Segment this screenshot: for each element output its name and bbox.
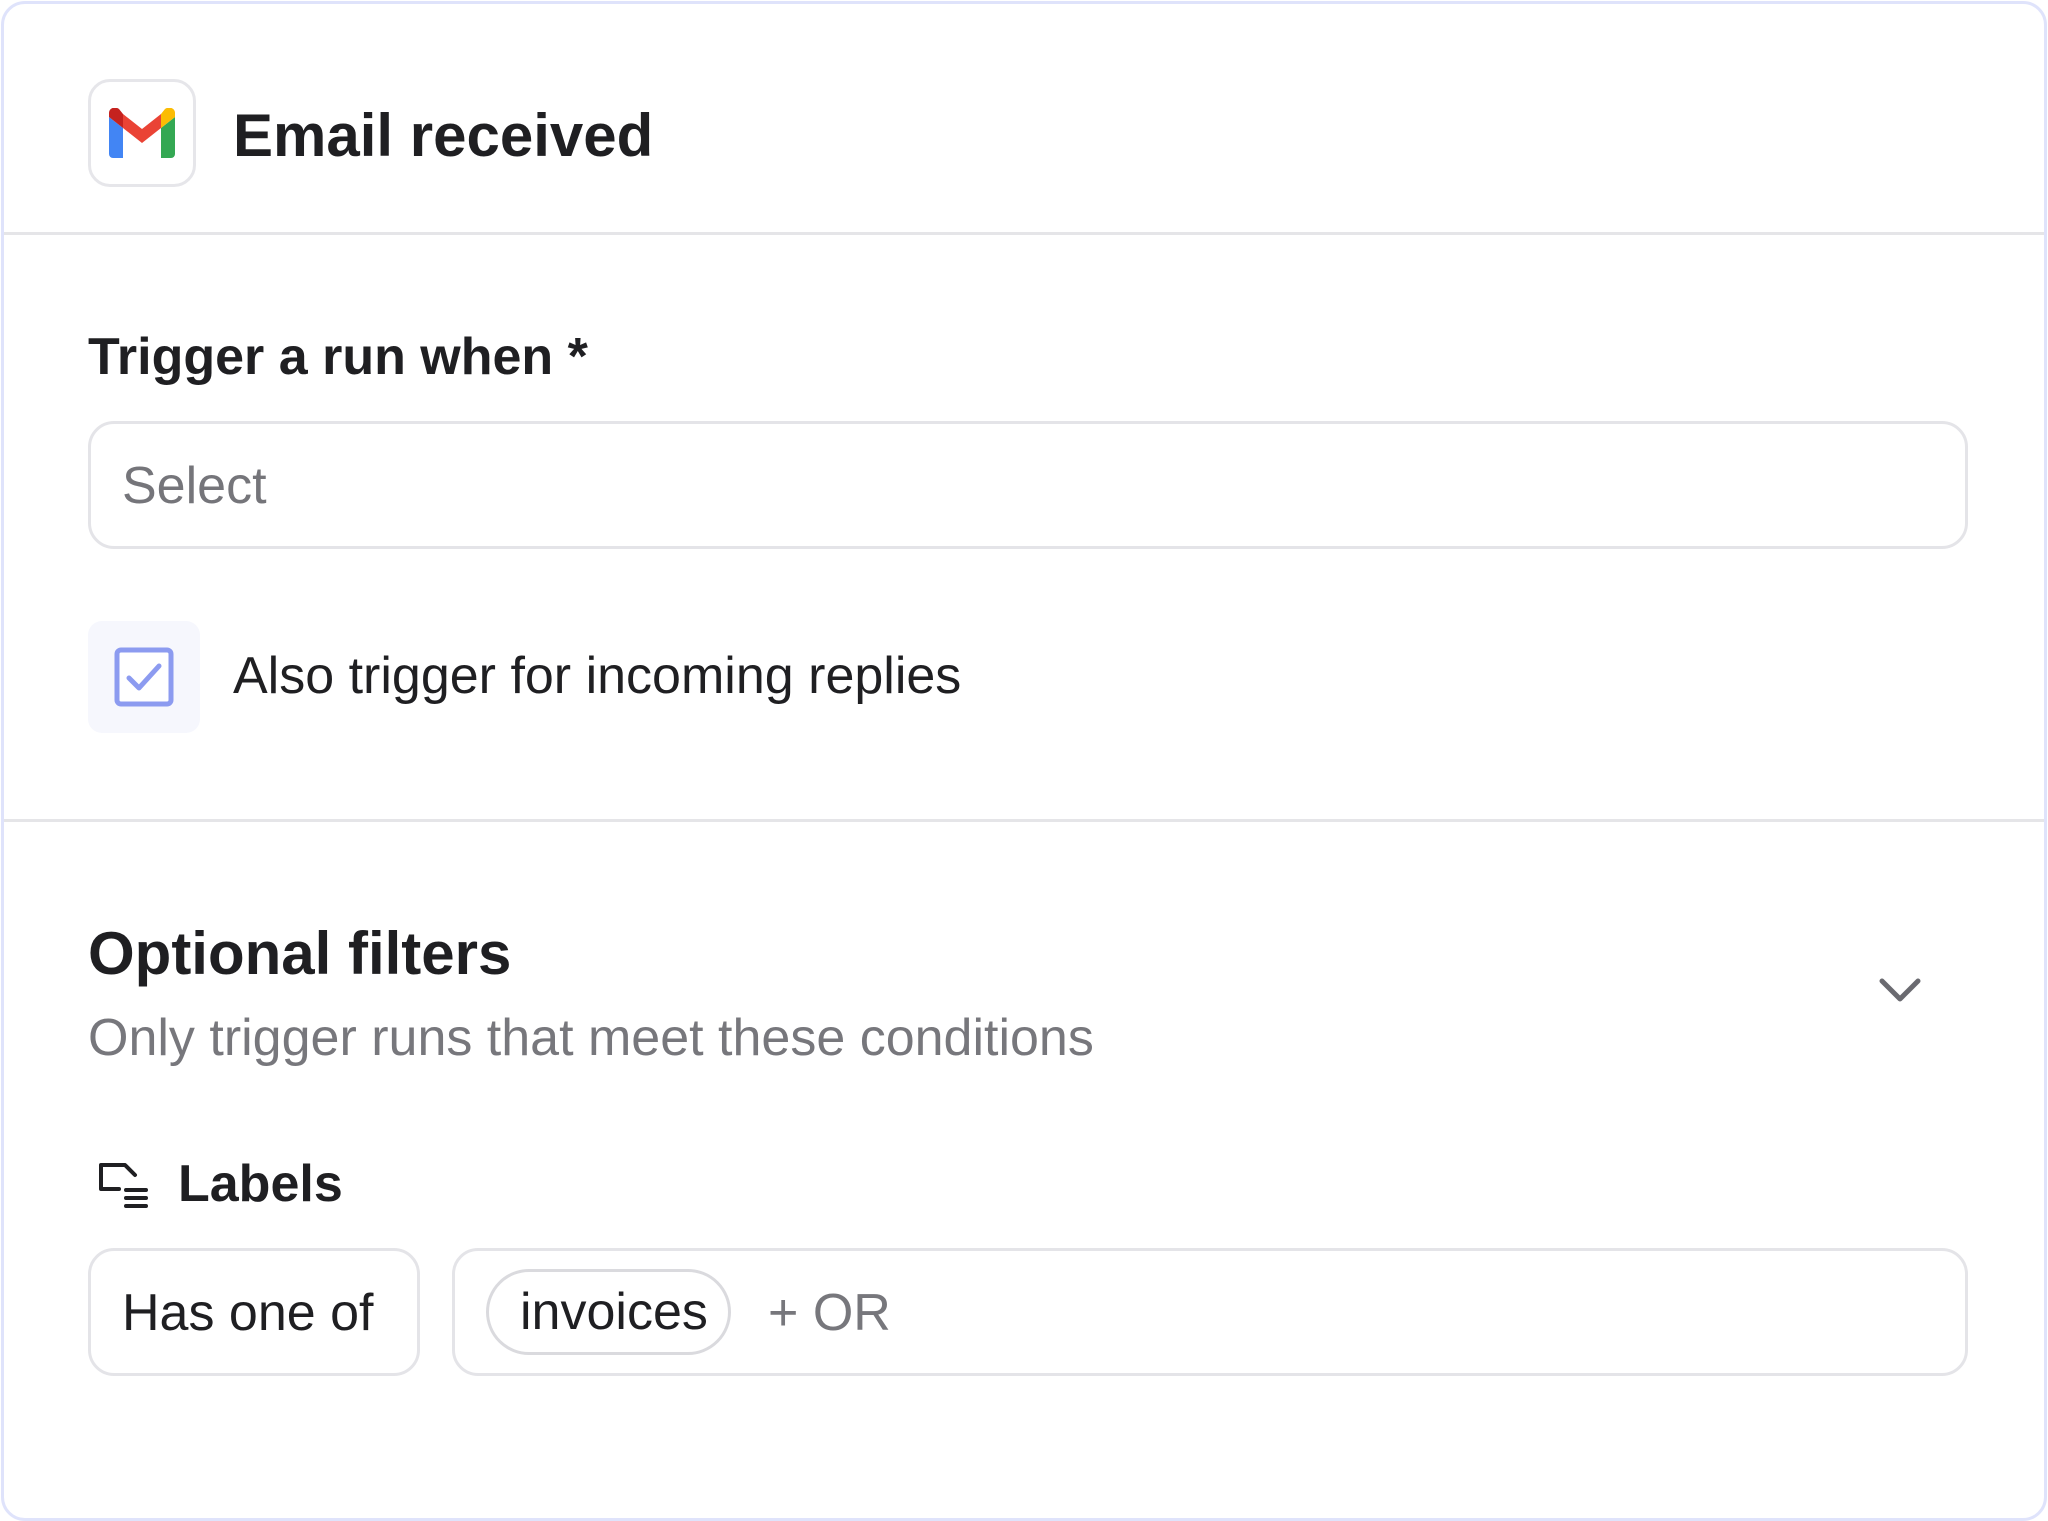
chevron-down-icon	[1879, 978, 1921, 1002]
operator-value: Has one of	[122, 1284, 374, 1342]
trigger-when-label: Trigger a run when *	[88, 328, 588, 386]
trigger-card: Email received Trigger a run when * Sele…	[1, 1, 2047, 1521]
optional-filters-section: Optional filters Only trigger runs that …	[4, 822, 2044, 1518]
select-placeholder: Select	[122, 457, 267, 515]
incoming-replies-label: Also trigger for incoming replies	[233, 647, 962, 705]
checkbox-checked-icon	[114, 647, 174, 707]
labels-filter-title: Labels	[178, 1155, 343, 1213]
trigger-title: Email received	[233, 102, 654, 169]
add-or-button[interactable]: + OR	[768, 1281, 891, 1345]
card-header: Email received	[4, 4, 2044, 235]
label-list-icon	[99, 1163, 148, 1208]
filters-title: Optional filters	[88, 920, 512, 987]
labels-operator-select[interactable]: Has one of	[88, 1248, 420, 1376]
filters-subtitle: Only trigger runs that meet these condit…	[88, 1009, 1094, 1067]
label-chip-invoices[interactable]: invoices	[486, 1269, 731, 1355]
filters-expand-toggle[interactable]	[1870, 960, 1930, 1020]
labels-values-input[interactable]: invoices + OR	[452, 1248, 1968, 1376]
incoming-replies-checkbox[interactable]	[88, 621, 200, 733]
gmail-icon	[88, 79, 196, 187]
trigger-settings-section: Trigger a run when * Select Also trigger…	[4, 235, 2044, 822]
trigger-when-select[interactable]: Select	[88, 421, 1968, 549]
label-chip-text: invoices	[520, 1283, 708, 1341]
